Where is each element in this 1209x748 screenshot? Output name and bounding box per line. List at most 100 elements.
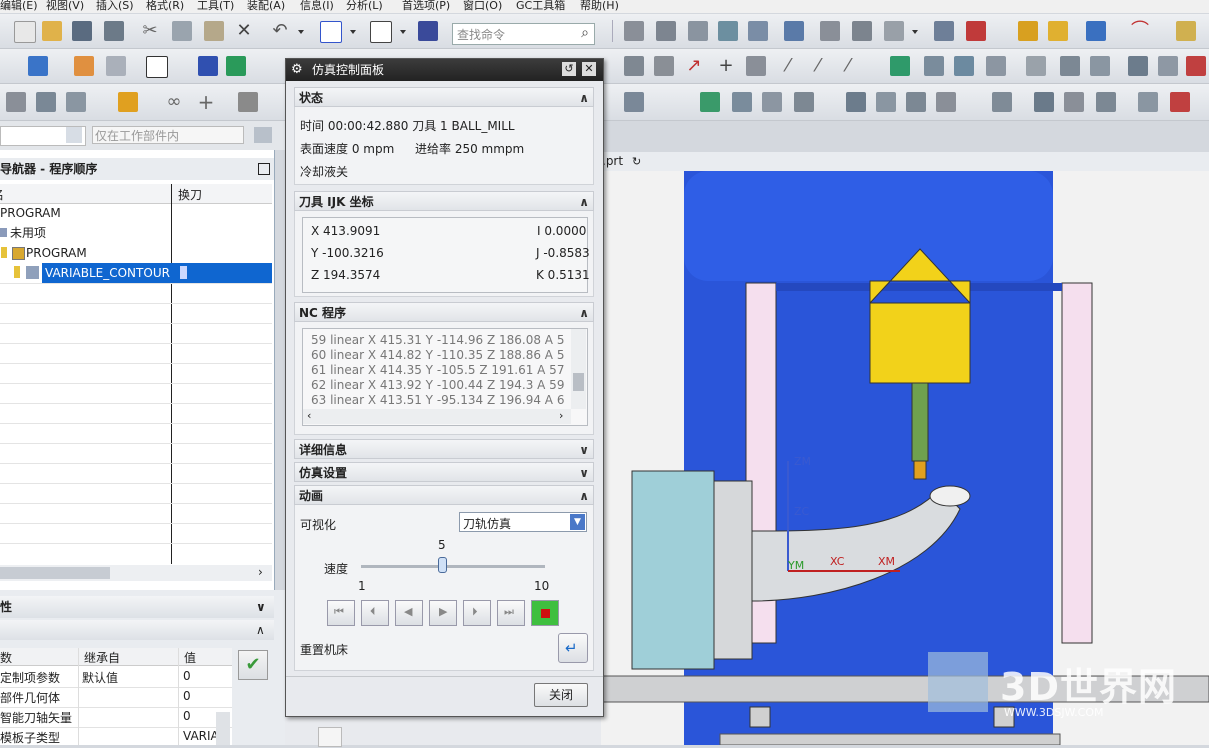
op-icon-14[interactable] [876, 92, 896, 112]
reset-dialog-icon[interactable]: ↺ [562, 62, 576, 76]
op-icon-6[interactable] [1090, 56, 1110, 76]
fixture-icon[interactable] [1018, 21, 1038, 41]
close-icon[interactable]: ✕ [582, 62, 596, 76]
list-dropdown-icon[interactable] [912, 30, 918, 34]
selection-filter-icon[interactable] [254, 127, 272, 143]
cut-icon[interactable]: ✂ [140, 21, 160, 41]
status-section-header[interactable]: 状态 ∧ [294, 87, 594, 107]
nc-horizontal-scrollbar[interactable]: ‹ › [303, 409, 571, 424]
properties-section-header[interactable]: 性 ∨ [0, 596, 274, 618]
nc-line[interactable]: 59 linear X 415.31 Y -114.96 Z 186.08 A … [311, 333, 564, 347]
layer-icon[interactable] [66, 92, 86, 112]
tree-row-root[interactable]: PROGRAM [0, 203, 272, 223]
op-icon-21[interactable] [1138, 92, 1158, 112]
speed-slider-thumb[interactable] [437, 557, 447, 573]
chevron-up-icon[interactable]: ∧ [579, 486, 589, 506]
op-icon-12[interactable] [794, 92, 814, 112]
menu-format[interactable]: 格式(R) [146, 0, 184, 11]
column-name-header[interactable]: 名 [0, 186, 4, 203]
info-select-icon[interactable] [418, 21, 438, 41]
path-edit-icon[interactable] [656, 21, 676, 41]
chevron-down-icon[interactable]: ∨ [256, 596, 266, 618]
skip-to-end-button[interactable]: ⏭ [497, 600, 525, 626]
chevron-down-icon[interactable] [66, 127, 82, 143]
horizontal-scrollbar[interactable]: › [0, 565, 272, 581]
op-icon-16[interactable] [936, 92, 956, 112]
op-icon-2[interactable] [954, 56, 974, 76]
transform-icon[interactable] [1086, 21, 1106, 41]
vertical-scrollbar[interactable] [216, 712, 230, 745]
maximize-icon[interactable] [258, 163, 270, 175]
menu-preferences[interactable]: 首选项(P) [402, 0, 450, 11]
copy-icon[interactable] [172, 21, 192, 41]
tree-row-program[interactable]: PROGRAM [0, 243, 272, 263]
replay-icon[interactable] [688, 21, 708, 41]
nc-line[interactable]: 61 linear X 414.35 Y -105.5 Z 191.61 A 5… [311, 363, 564, 377]
check-tool-icon[interactable] [890, 56, 910, 76]
mill-icon[interactable] [624, 92, 644, 112]
op-icon-17[interactable] [992, 92, 1012, 112]
nc-section-header[interactable]: NC 程序 ∧ [294, 302, 594, 322]
tool-icon[interactable] [238, 92, 258, 112]
menu-insert[interactable]: 插入(S) [96, 0, 134, 11]
wcs-icon[interactable] [320, 21, 342, 43]
chevron-right-icon[interactable]: › [258, 565, 263, 579]
line2-icon[interactable]: ⁄ [778, 56, 798, 76]
shop-doc-icon[interactable] [820, 21, 840, 41]
add-icon[interactable]: + [196, 92, 216, 112]
step-back-button[interactable]: ⏴ [361, 600, 389, 626]
op-icon-11[interactable] [762, 92, 782, 112]
color-box-icon[interactable] [146, 56, 168, 78]
point-set-icon[interactable] [746, 56, 766, 76]
scroll-thumb[interactable] [0, 567, 110, 579]
menu-tools[interactable]: 工具(T) [197, 0, 234, 11]
boss-icon[interactable] [654, 56, 674, 76]
hole-icon[interactable] [624, 56, 644, 76]
menu-analysis[interactable]: 分析(L) [346, 0, 383, 11]
column-tool-change-header[interactable]: 换刀 [178, 186, 202, 203]
op-icon-22[interactable] [1170, 92, 1190, 112]
post-icon[interactable] [784, 21, 804, 41]
wcs-dropdown-icon[interactable] [350, 30, 356, 34]
menu-help[interactable]: 帮助(H) [580, 0, 619, 11]
chevron-right-icon[interactable]: › [559, 409, 563, 422]
chevron-down-icon[interactable]: ▼ [570, 514, 585, 530]
play-button[interactable]: ▶ [429, 600, 457, 626]
chevron-down-icon[interactable]: ∨ [579, 463, 589, 483]
menu-gc-toolbox[interactable]: GC工具箱 [516, 0, 565, 11]
new-file-icon[interactable] [14, 21, 36, 43]
menu-window[interactable]: 窗口(O) [463, 0, 502, 11]
stop-button[interactable] [531, 600, 559, 626]
cube-icon[interactable] [28, 56, 48, 76]
chevron-left-icon[interactable]: ‹ [307, 409, 311, 422]
op-icon-5[interactable] [1060, 56, 1080, 76]
vericut-icon[interactable] [748, 21, 768, 41]
op-icon-1[interactable] [924, 56, 944, 76]
save-icon[interactable] [72, 21, 92, 41]
play-reverse-button[interactable]: ◀ [395, 600, 423, 626]
nc-line[interactable]: 63 linear X 413.51 Y -95.134 Z 196.94 A … [311, 393, 564, 407]
rewind-to-start-button[interactable]: ⏮ [327, 600, 355, 626]
tree-row-variable-contour[interactable]: VARIABLE_CONTOUR [0, 263, 272, 283]
database-icon[interactable] [934, 21, 954, 41]
menu-assembly[interactable]: 装配(A) [247, 0, 285, 11]
animation-section-header[interactable]: 动画 ∧ [294, 485, 594, 505]
nc-line[interactable]: 62 linear X 413.92 Y -100.44 Z 194.3 A 5… [311, 378, 564, 392]
paste-icon[interactable] [204, 21, 224, 41]
tree-row-unused[interactable]: 未用项 [0, 223, 272, 243]
chevron-up-icon[interactable]: ∧ [256, 620, 265, 640]
reset-machine-button[interactable]: ↵ [558, 633, 588, 663]
line-icon[interactable]: ↗ [684, 56, 704, 76]
output-cls-icon[interactable] [852, 21, 872, 41]
line4-icon[interactable]: ⁄ [838, 56, 858, 76]
orient-icon[interactable] [198, 56, 218, 76]
command-search-input[interactable]: 查找命令 [452, 23, 595, 45]
sim-settings-section-header[interactable]: 仿真设置 ∨ [294, 462, 594, 482]
properties-subsection-header[interactable]: ∧ [0, 620, 274, 640]
op-icon-15[interactable] [906, 92, 926, 112]
arc-icon[interactable]: ⌒ [1130, 21, 1150, 41]
ijk-section-header[interactable]: 刀具 IJK 坐标 ∧ [294, 191, 594, 211]
visualize-select[interactable]: 刀轨仿真 ▼ [459, 512, 587, 532]
toolpath-icon[interactable] [624, 21, 644, 41]
file-tab[interactable]: .prt ↻ [602, 152, 1209, 171]
